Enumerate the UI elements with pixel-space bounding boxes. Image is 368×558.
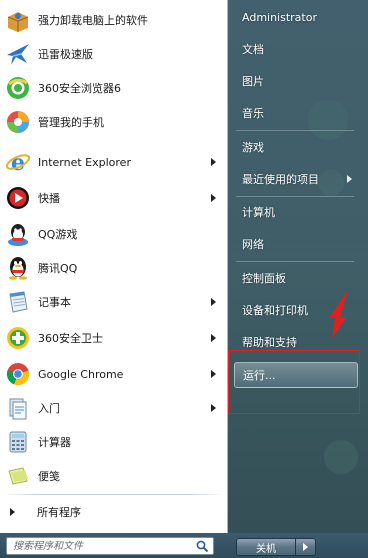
documents-link[interactable]: 文档 (234, 36, 356, 62)
getting-started-icon (4, 394, 32, 422)
program-item-sticky-notes[interactable]: 便笺 (2, 460, 226, 492)
program-list-pane: 强力卸载电脑上的软件 迅雷极速版 360安全浏览器6 管理我的手机 e Inte… (0, 0, 228, 533)
program-item-qvod[interactable]: 快播 (2, 182, 226, 214)
submenu-arrow-icon (211, 158, 216, 166)
program-label: 腾讯QQ (38, 262, 78, 275)
qq-penguin-icon (4, 254, 32, 282)
right-item-label: 控制面板 (242, 272, 286, 285)
search-box[interactable] (6, 537, 214, 555)
program-item-getting-started[interactable]: 入门 (2, 392, 226, 424)
chevron-right-icon (303, 543, 308, 551)
annotation-highlight-box (228, 350, 360, 414)
program-label: Internet Explorer (38, 155, 131, 169)
program-item-qq[interactable]: 腾讯QQ (2, 252, 226, 284)
program-label: 计算器 (38, 436, 71, 449)
network-link[interactable]: 网络 (234, 231, 356, 257)
divider (236, 130, 354, 131)
right-item-label: 音乐 (242, 107, 264, 120)
program-label: 强力卸载电脑上的软件 (38, 14, 148, 27)
360-browser-icon (4, 74, 32, 102)
program-label: 360安全浏览器6 (38, 82, 121, 95)
right-item-label: 游戏 (242, 141, 264, 154)
right-item-label: 最近使用的项目 (242, 173, 319, 186)
program-label: Google Chrome (38, 367, 124, 381)
program-item-notepad[interactable]: 记事本 (2, 286, 226, 318)
program-item-chrome[interactable]: Google Chrome (2, 358, 226, 390)
right-item-label: 图片 (242, 75, 264, 88)
user-name-link[interactable]: Administrator (234, 4, 356, 30)
qq-game-icon (4, 220, 32, 248)
right-item-label: 网络 (242, 238, 264, 251)
shutdown-options-button[interactable] (296, 538, 316, 556)
submenu-arrow-icon (211, 404, 216, 412)
calculator-icon (4, 428, 32, 456)
submenu-arrow-icon (211, 194, 216, 202)
internet-explorer-icon: e (4, 148, 32, 176)
uninstall-box-icon (4, 6, 32, 34)
divider (4, 494, 224, 495)
submenu-arrow-icon (211, 370, 216, 378)
music-link[interactable]: 音乐 (234, 100, 356, 126)
divider (236, 261, 354, 262)
right-item-label: 文档 (242, 43, 264, 56)
submenu-arrow-icon (211, 298, 216, 306)
shutdown-button[interactable]: 关机 (236, 538, 296, 556)
program-item-uninstaller[interactable]: 强力卸载电脑上的软件 (2, 4, 226, 36)
program-label: 360安全卫士 (38, 332, 103, 345)
program-item-phone-manager[interactable]: 管理我的手机 (2, 106, 226, 138)
svg-text:e: e (11, 150, 25, 175)
notepad-icon (4, 288, 32, 316)
program-item-calculator[interactable]: 计算器 (2, 426, 226, 458)
program-label: 迅雷极速版 (38, 48, 93, 61)
program-label: 入门 (38, 402, 60, 415)
program-label: 管理我的手机 (38, 116, 104, 129)
program-item-thunder[interactable]: 迅雷极速版 (2, 38, 226, 70)
expand-arrow-icon (10, 508, 15, 516)
program-label: 记事本 (38, 296, 71, 309)
all-programs-label: 所有程序 (37, 506, 81, 519)
program-item-360-safeguard[interactable]: 360安全卫士 (2, 322, 226, 354)
annotation-arrow-icon (329, 290, 348, 338)
program-label: 快播 (38, 192, 60, 205)
computer-link[interactable]: 计算机 (234, 199, 356, 225)
right-item-label: 帮助和支持 (242, 336, 297, 349)
all-programs-button[interactable]: 所有程序 (2, 500, 226, 524)
program-label: 便笺 (38, 470, 60, 483)
program-item-qq-game[interactable]: QQ游戏 (2, 218, 226, 250)
right-item-label: 设备和打印机 (242, 304, 308, 317)
qvod-player-icon (4, 184, 32, 212)
pictures-link[interactable]: 图片 (234, 68, 356, 94)
program-label: QQ游戏 (38, 228, 78, 241)
recent-items-link[interactable]: 最近使用的项目 (234, 166, 356, 192)
program-item-internet-explorer[interactable]: e Internet Explorer (2, 146, 226, 178)
sticky-notes-icon (4, 462, 32, 490)
chrome-icon (4, 360, 32, 388)
search-input[interactable] (7, 538, 187, 554)
games-link[interactable]: 游戏 (234, 134, 356, 160)
right-item-label: 计算机 (242, 206, 275, 219)
360-safeguard-icon (4, 324, 32, 352)
thunder-bird-icon (4, 40, 32, 68)
shutdown-label: 关机 (256, 543, 276, 555)
submenu-arrow-icon (211, 334, 216, 342)
phone-manager-icon (4, 108, 32, 136)
search-icon[interactable] (196, 540, 209, 553)
program-item-360-browser[interactable]: 360安全浏览器6 (2, 72, 226, 104)
right-item-label: Administrator (242, 10, 317, 24)
divider (236, 196, 354, 197)
submenu-arrow-icon (347, 175, 352, 183)
